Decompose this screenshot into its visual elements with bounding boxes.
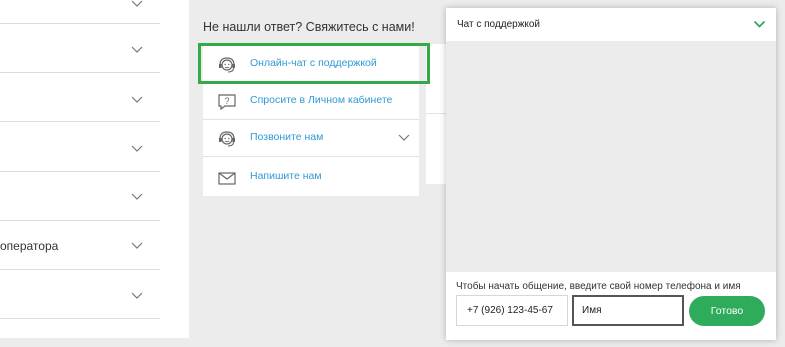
faq-item[interactable] [0, 24, 160, 73]
support-chat-widget: Чат с поддержкой Чтобы начать общение, в… [446, 8, 776, 340]
chevron-down-icon [398, 134, 410, 141]
faq-item[interactable] [0, 270, 160, 319]
chevron-down-icon [131, 242, 143, 249]
faq-item[interactable] [0, 73, 160, 122]
svg-text:?: ? [224, 96, 229, 106]
chevron-down-icon [131, 145, 143, 152]
faq-item[interactable] [0, 122, 160, 172]
chat-messages-area [446, 41, 776, 272]
chevron-down-icon [131, 193, 143, 200]
chevron-down-icon [131, 46, 143, 53]
headset-icon [219, 131, 235, 147]
faq-accordion: оператора [0, 0, 189, 338]
phone-input[interactable] [456, 295, 568, 326]
contact-option-personal-account[interactable]: ? Спросите в Личном кабинете [203, 83, 419, 120]
contact-heading: Не нашли ответ? Свяжитесь с нами! [203, 20, 415, 34]
chevron-down-icon [131, 292, 143, 299]
chat-hint-text: Чтобы начать общение, введите свой номер… [456, 281, 741, 292]
faq-item[interactable]: оператора [0, 221, 160, 270]
divider [203, 156, 419, 157]
contact-option-label: Спросите в Личном кабинете [250, 94, 393, 106]
chat-title: Чат с поддержкой [457, 19, 541, 30]
contact-option-write-us[interactable]: Напишите нам [203, 159, 419, 196]
chat-header[interactable]: Чат с поддержкой [446, 8, 776, 41]
faq-item[interactable] [0, 172, 160, 221]
chevron-down-icon [131, 0, 143, 7]
envelope-icon [218, 172, 236, 185]
faq-item-label: оператора [0, 239, 59, 253]
question-chat-icon: ? [218, 94, 236, 111]
contact-option-label: Напишите нам [250, 170, 322, 182]
chevron-down-icon [131, 96, 143, 103]
faq-item[interactable] [0, 0, 160, 24]
name-input[interactable] [572, 295, 684, 326]
selected-option-highlight [198, 43, 430, 84]
contact-option-label: Позвоните нам [250, 131, 324, 143]
submit-button[interactable]: Готово [689, 296, 765, 326]
contact-option-call-us[interactable]: Позвоните нам [203, 120, 419, 157]
chevron-down-icon[interactable] [753, 20, 766, 29]
